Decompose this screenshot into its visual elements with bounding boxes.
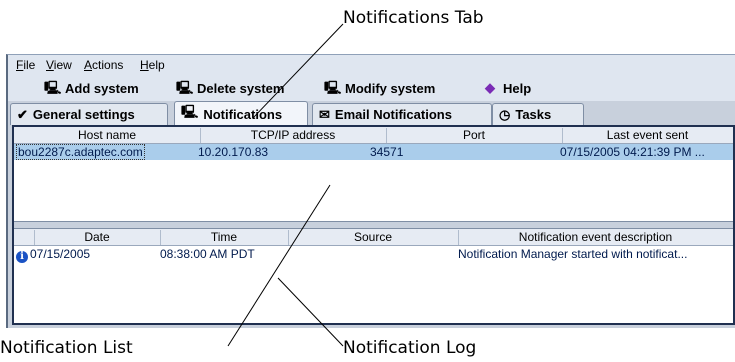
computer-modify-icon: 🖳 [324,80,342,95]
log-date-cell: i 07/15/2005 [16,247,90,263]
column-header-last-event[interactable]: Last event sent [562,128,733,143]
menu-help[interactable]: Help [140,58,165,72]
column-header-time[interactable]: Time [160,230,289,245]
computer-delete-icon: 🖳 [176,80,194,95]
callout-notification-log: Notification Log [343,338,477,358]
port-cell: 34571 [370,145,404,159]
info-icon: i [16,251,28,263]
notifications-panel: Host name TCP/IP address Port Last event… [12,125,735,325]
modify-system-button[interactable]: 🖳 Modify system [324,79,435,97]
envelope-icon: ✉ [319,106,330,122]
checkmark-icon: ✔ [17,106,28,122]
toolbar: 🖳 Add system 🖳 Delete system 🖳 Modify syste… [8,75,735,101]
callout-notifications-tab: Notifications Tab [343,8,484,28]
menu-bar: File View Actions Help [8,55,735,75]
log-row[interactable]: i 07/15/2005 08:38:00 AM PDT Notification… [14,246,733,263]
computer-icon: 🖳 [181,104,199,119]
column-header-host[interactable]: Host name [14,128,201,143]
column-header-date[interactable]: Date [34,230,161,245]
tab-tasks[interactable]: ◷ Tasks [492,103,584,125]
menu-view[interactable]: View [46,58,72,72]
ip-cell: 10.20.170.83 [198,145,269,159]
menu-file[interactable]: File [16,58,35,72]
clock-icon: ◷ [499,106,511,122]
list-row[interactable]: bou2287c.adaptec.com 10.20.170.83 34571 … [14,144,733,160]
host-cell: bou2287c.adaptec.com [16,144,145,160]
tab-bar: ✔ General settings 🖳 Notifications ✉ Email … [8,101,735,126]
tab-email-notifications[interactable]: ✉ Email Notifications [312,103,492,125]
last-event-cell: 07/15/2005 04:21:39 PM ... [560,145,705,159]
log-time-cell: 08:38:00 AM PDT [160,247,255,261]
split-divider[interactable] [14,221,733,229]
column-header-icon[interactable] [14,230,35,245]
notification-list: Host name TCP/IP address Port Last event… [14,127,733,221]
column-header-source[interactable]: Source [288,230,459,245]
app-window: File View Actions Help 🖳 Add system 🖳 Dele… [6,54,735,328]
tab-general-settings[interactable]: ✔ General settings [10,103,168,125]
column-header-ip[interactable]: TCP/IP address [200,128,387,143]
tab-notifications[interactable]: 🖳 Notifications [174,101,308,126]
list-header: Host name TCP/IP address Port Last event… [14,127,733,144]
delete-system-button[interactable]: 🖳 Delete system [176,79,284,97]
add-system-button[interactable]: 🖳 Add system [44,79,139,97]
help-button[interactable]: ◆ Help [482,79,531,97]
log-header: Date Time Source Notification event desc… [14,229,733,246]
callout-notification-list: Notification List [0,338,133,358]
notification-log: Date Time Source Notification event desc… [14,229,733,323]
computer-add-icon: 🖳 [44,80,62,95]
column-header-description[interactable]: Notification event description [458,230,733,245]
help-icon: ◆ [485,80,495,95]
menu-actions[interactable]: Actions [84,58,123,72]
column-header-port[interactable]: Port [386,128,563,143]
log-description-cell: Notification Manager started with notifi… [458,247,688,261]
